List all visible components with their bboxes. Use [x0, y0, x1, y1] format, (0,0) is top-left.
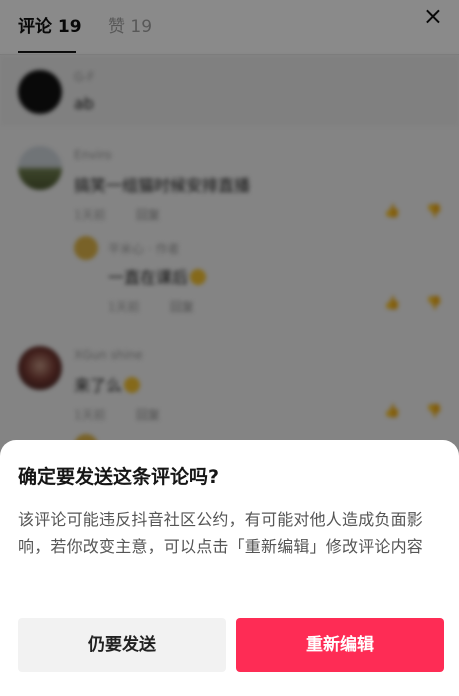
dialog-title: 确定要发送这条评论吗? [18, 466, 220, 488]
dialog-message: 该评论可能违反抖音社区公约，有可能对他人造成负面影响，若你改变主意，可以点击「重… [18, 510, 424, 556]
confirm-dialog: 确定要发送这条评论吗? 该评论可能违反抖音社区公约，有可能对他人造成负面影响，若… [0, 440, 459, 696]
re-edit-button[interactable]: 重新编辑 [236, 618, 444, 672]
send-anyway-button[interactable]: 仍要发送 [18, 618, 226, 672]
